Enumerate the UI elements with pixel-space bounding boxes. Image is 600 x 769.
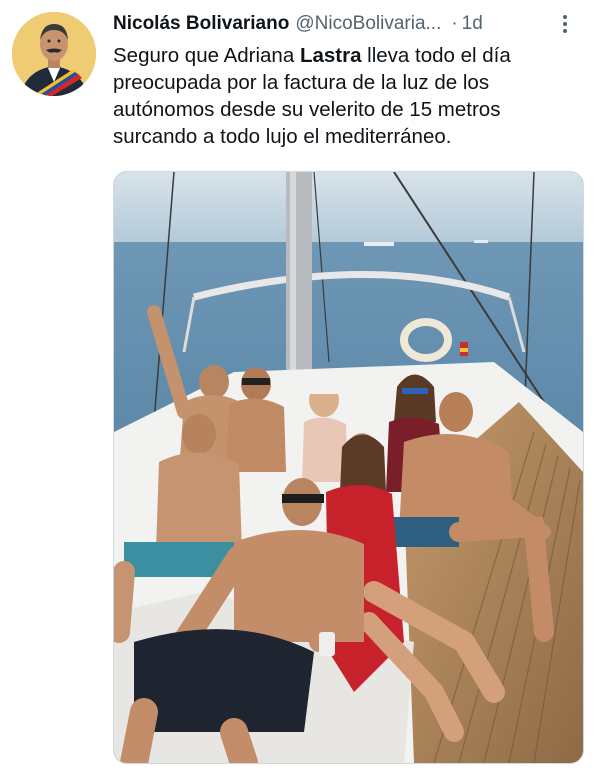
tweet-photo[interactable] — [113, 171, 584, 764]
user-handle[interactable]: @NicoBolivaria... — [295, 13, 441, 35]
tweet: Nicolás Bolivariano @NicoBolivaria... · … — [0, 0, 600, 769]
avatar[interactable] — [12, 12, 96, 96]
tweet-text-part-1: Seguro que Adriana — [113, 44, 300, 67]
sailboat-photo — [114, 172, 583, 763]
timestamp[interactable]: 1d — [462, 13, 483, 35]
tweet-header: Nicolás Bolivariano @NicoBolivaria... · … — [113, 11, 590, 37]
tweet-text: Seguro que Adriana Lastra lleva todo el … — [113, 42, 583, 150]
separator-dot: · — [451, 13, 458, 34]
tweet-text-bold: Lastra — [299, 44, 362, 67]
avatar-image — [12, 12, 96, 96]
display-name[interactable]: Nicolás Bolivariano — [113, 13, 289, 35]
more-vertical-icon[interactable] — [562, 13, 568, 35]
